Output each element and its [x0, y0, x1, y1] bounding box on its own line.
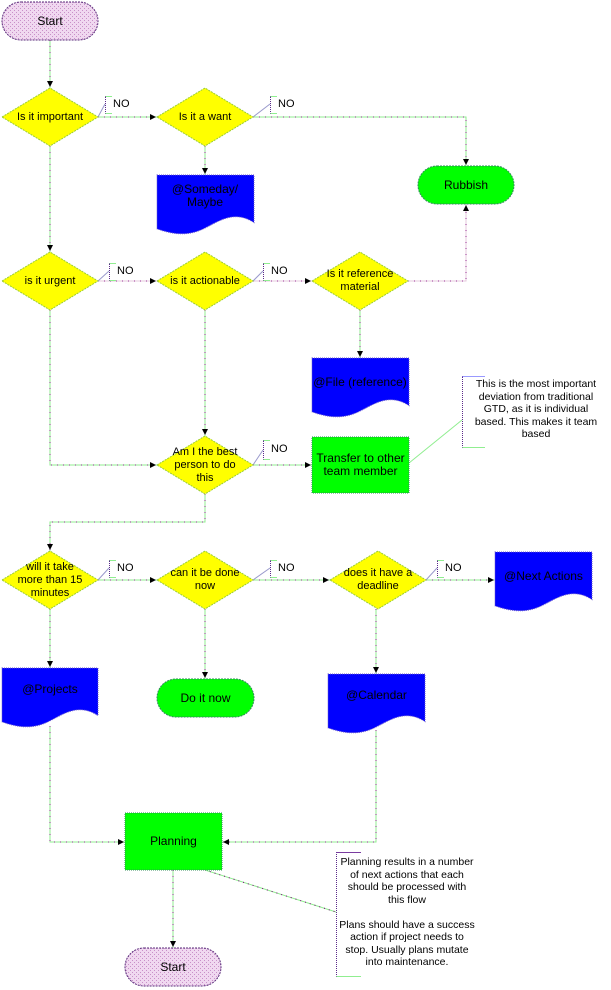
edge-urgent-to-actionable-arrowhead — [150, 278, 156, 284]
node-is-reference-decision — [311, 251, 409, 311]
no-label-leader — [97, 567, 110, 581]
node-start-terminal — [1, 1, 99, 41]
edge-want-to-rubbish-arrowhead — [463, 159, 469, 165]
edge-label-no: NO — [271, 443, 288, 455]
edge-done-now-to-deadline-arrowhead — [323, 577, 329, 583]
edge-actionable-to-reference-arrowhead — [305, 278, 311, 284]
edge-best-person-to-more-than-15 — [49, 494, 206, 551]
edge-more-than-15-to-projects-arrowhead — [47, 661, 53, 667]
no-bracket — [263, 263, 270, 281]
no-label-leader — [97, 270, 110, 282]
node-calendar-document — [327, 673, 426, 734]
edge-important-to-want-arrowhead — [150, 114, 156, 120]
no-bracket — [270, 96, 277, 114]
no-bracket — [270, 560, 277, 578]
edge-projects-to-planning — [49, 726, 125, 843]
edge-start-to-important-arrowhead — [47, 81, 53, 87]
node-best-person-decision — [156, 435, 254, 495]
edge-urgent-to-best-person-arrowhead — [150, 462, 156, 468]
node-planning-process — [124, 812, 223, 871]
node-rubbish-terminal — [417, 165, 515, 205]
node-next-actions-document — [494, 551, 593, 612]
edge-label-no: NO — [117, 265, 134, 277]
edge-label-no: NO — [445, 562, 462, 574]
edge-done-now-to-do-it-now-arrowhead — [202, 672, 208, 678]
edge-planning-to-end-arrowhead — [170, 941, 176, 947]
edge-actionable-to-best-person-arrowhead — [202, 429, 208, 435]
edge-reference-to-rubbish-dots — [408, 204, 467, 282]
no-bracket — [109, 560, 116, 578]
no-bracket — [109, 263, 116, 281]
edge-label-no: NO — [117, 562, 134, 574]
edge-best-person-to-transfer-arrowhead — [305, 462, 311, 468]
edge-urgent-to-best-person — [49, 310, 157, 466]
transfer-note-leader — [408, 419, 463, 464]
node-file-reference-document — [311, 357, 410, 418]
no-label-leader — [425, 567, 438, 581]
edge-deadline-to-calendar-arrowhead — [373, 667, 379, 673]
node-has-deadline-decision — [329, 550, 427, 610]
edge-label-no: NO — [271, 265, 288, 277]
node-projects-document — [1, 667, 99, 728]
no-label-leader — [252, 449, 264, 466]
edge-label-no: NO — [113, 98, 130, 110]
edge-reference-to-rubbish — [408, 204, 467, 282]
no-bracket — [263, 440, 270, 460]
no-label-leader — [252, 103, 271, 118]
edge-projects-to-planning-arrowhead — [118, 839, 124, 845]
node-is-want-decision — [156, 87, 254, 147]
no-label-leader — [97, 103, 106, 118]
node-is-urgent-decision — [1, 251, 99, 311]
edge-calendar-to-planning-arrowhead — [223, 839, 229, 845]
edge-more-than-15-to-done-now-arrowhead — [150, 577, 156, 583]
no-bracket — [105, 96, 112, 114]
edge-want-to-someday-arrowhead — [202, 168, 208, 174]
node-do-it-now-terminal — [156, 678, 255, 718]
edge-label-no: NO — [278, 562, 295, 574]
edge-reference-to-rubbish-arrowhead — [463, 205, 469, 211]
edge-calendar-to-planning-dots — [222, 730, 377, 843]
edge-best-person-to-more-than-15-arrowhead — [47, 544, 53, 550]
node-is-actionable-decision — [156, 251, 254, 311]
node-is-important-decision — [1, 87, 99, 147]
edge-calendar-to-planning — [222, 730, 377, 843]
edge-want-to-rubbish — [253, 116, 467, 166]
node-transfer-process — [311, 436, 410, 494]
node-more-than-15-decision — [1, 550, 99, 610]
edge-urgent-to-best-person-dots — [49, 310, 157, 466]
node-done-now-decision — [156, 550, 254, 610]
edge-reference-to-file-arrowhead — [357, 351, 363, 357]
transfer-annotation-note: This is the most important deviation fro… — [474, 378, 598, 440]
edge-want-to-rubbish-dots — [253, 116, 467, 166]
edge-important-to-urgent-arrowhead — [47, 245, 53, 251]
flowchart-canvas: Start Is it important Is it a want @Some… — [0, 0, 611, 990]
no-bracket — [437, 560, 444, 578]
edge-label-no: NO — [278, 98, 295, 110]
planning-annotation-note: Planning results in a number of next act… — [339, 856, 475, 968]
flowchart-svg — [1, 1, 593, 987]
edge-deadline-to-next-actions-arrowhead — [488, 577, 494, 583]
no-label-leader — [252, 270, 264, 282]
node-end-start-terminal — [124, 947, 222, 987]
node-someday-maybe-document — [156, 174, 255, 235]
no-label-leader — [252, 567, 271, 581]
edge-projects-to-planning-dots — [49, 726, 125, 843]
